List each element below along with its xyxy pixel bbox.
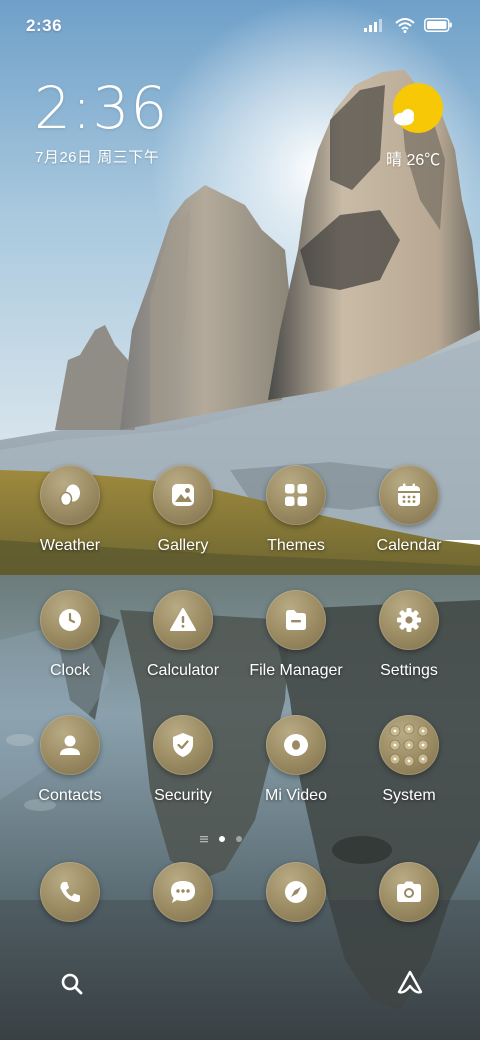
folder-icon bbox=[266, 590, 326, 650]
app-label: Security bbox=[154, 787, 212, 804]
clock-icon bbox=[40, 590, 100, 650]
app-system-folder[interactable]: System bbox=[354, 715, 464, 825]
video-icon bbox=[266, 715, 326, 775]
page-indicator[interactable] bbox=[200, 831, 250, 843]
status-time: 2:36 bbox=[26, 16, 63, 35]
phone-icon bbox=[40, 862, 100, 922]
gallery-icon bbox=[153, 465, 213, 525]
status-bar: 2:36 bbox=[0, 0, 480, 50]
app-label: Calendar bbox=[376, 537, 442, 554]
status-icons bbox=[364, 16, 452, 34]
app-label: Themes bbox=[267, 537, 325, 554]
app-label: File Manager bbox=[249, 662, 343, 679]
battery-icon bbox=[424, 18, 452, 32]
app-label: Contacts bbox=[38, 787, 102, 804]
calendar-icon bbox=[379, 465, 439, 525]
app-gallery[interactable]: Gallery bbox=[128, 465, 238, 575]
app-calendar[interactable]: Calendar bbox=[354, 465, 464, 575]
dock-camera[interactable] bbox=[354, 862, 464, 972]
app-label: Settings bbox=[380, 662, 438, 679]
signal-icon bbox=[364, 18, 386, 32]
app-label: Clock bbox=[49, 662, 90, 679]
page-dot bbox=[236, 836, 242, 842]
app-themes[interactable]: Themes bbox=[241, 465, 351, 575]
person-icon bbox=[40, 715, 100, 775]
dock-browser[interactable] bbox=[241, 862, 351, 972]
clock-widget-time[interactable]: 2:36 bbox=[34, 78, 168, 138]
gear-icon bbox=[379, 590, 439, 650]
assistant-icon[interactable] bbox=[395, 968, 425, 998]
message-icon bbox=[153, 862, 213, 922]
folder-grid-icon bbox=[379, 715, 439, 775]
app-security[interactable]: Security bbox=[128, 715, 238, 825]
app-label: Mi Video bbox=[265, 787, 327, 804]
app-calculator[interactable]: Calculator bbox=[128, 590, 238, 700]
dock-messages[interactable] bbox=[128, 862, 238, 972]
weather-text[interactable]: 晴 26℃ bbox=[386, 146, 440, 170]
app-clock[interactable]: Clock bbox=[15, 590, 125, 700]
weather-egg-icon bbox=[40, 465, 100, 525]
warning-triangle-icon bbox=[153, 590, 213, 650]
search-icon[interactable] bbox=[58, 970, 86, 998]
app-label: System bbox=[382, 787, 436, 804]
app-label: Weather bbox=[39, 537, 101, 554]
camera-icon bbox=[379, 862, 439, 922]
page-list-icon bbox=[200, 836, 208, 843]
app-mi-video[interactable]: Mi Video bbox=[241, 715, 351, 825]
app-file-manager[interactable]: File Manager bbox=[241, 590, 351, 700]
app-label: Gallery bbox=[157, 537, 209, 554]
dock-phone[interactable] bbox=[15, 862, 125, 972]
sun-cloud-icon[interactable] bbox=[390, 82, 446, 136]
wifi-icon bbox=[395, 17, 415, 33]
themes-grid-icon bbox=[266, 465, 326, 525]
page-dot-active bbox=[219, 836, 225, 842]
app-label: Calculator bbox=[146, 662, 220, 679]
app-weather[interactable]: Weather bbox=[15, 465, 125, 575]
shield-icon bbox=[153, 715, 213, 775]
app-contacts[interactable]: Contacts bbox=[15, 715, 125, 825]
app-settings[interactable]: Settings bbox=[354, 590, 464, 700]
clock-widget-date[interactable]: 7月26日 周三下午 bbox=[35, 146, 159, 167]
compass-icon bbox=[266, 862, 326, 922]
